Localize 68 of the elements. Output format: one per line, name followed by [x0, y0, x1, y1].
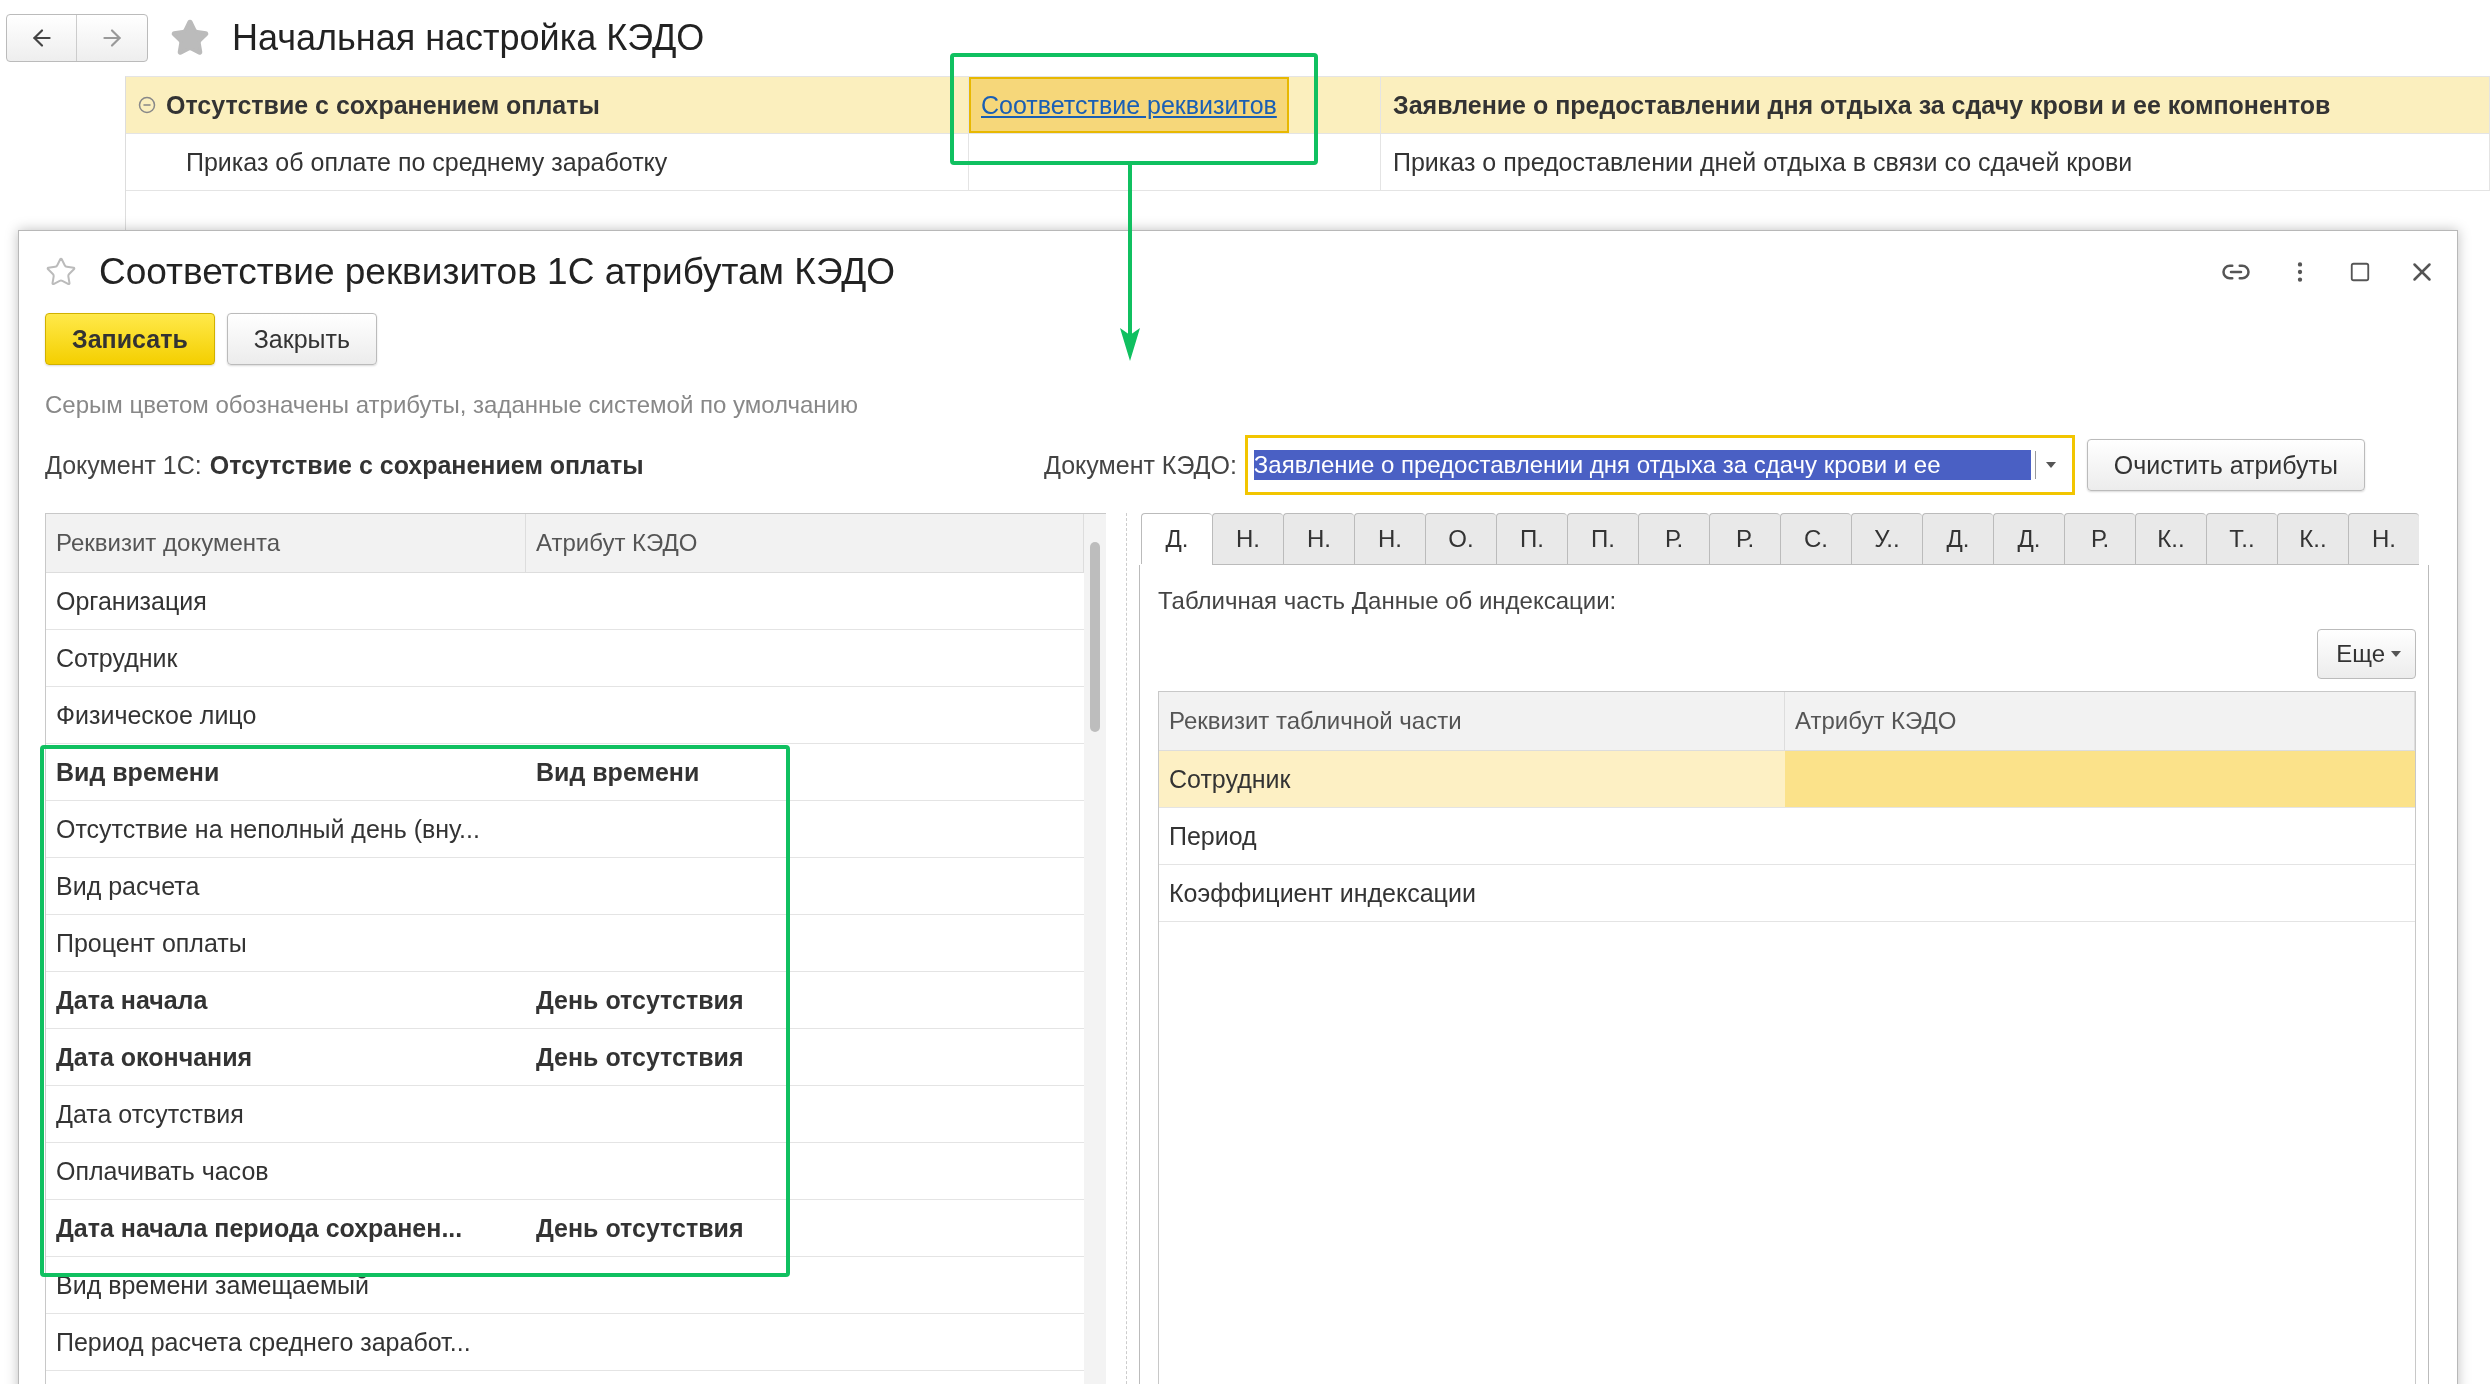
tab[interactable]: С. — [1780, 513, 1851, 565]
tab[interactable]: Д. — [1993, 513, 2064, 565]
table-cell-text: Физическое лицо — [55, 699, 258, 731]
table-cell-text: Дата отсутствия — [55, 1098, 245, 1130]
table-cell-text: Сотрудник — [1168, 763, 1292, 795]
tab[interactable]: Р. — [1638, 513, 1709, 565]
table-cell-text: День отсутствия — [535, 1041, 745, 1073]
tab[interactable]: Н. — [1212, 513, 1283, 565]
table-cell-text: Вид расчета — [55, 870, 201, 902]
star-icon[interactable] — [170, 18, 210, 58]
table-cell: Приказ о предоставлении дней отдыха в связи со сдачей крови — [1393, 147, 2133, 177]
table-cell-text: День отсутствия — [535, 984, 745, 1016]
close-button[interactable]: Закрыть — [226, 313, 378, 365]
field-value: Отсутствие с сохранением оплаты — [209, 450, 644, 480]
table-row[interactable]: Отсутствие с сохранением оплаты Соответствие реквизитов Заявление о предоставлении дня отдыха за сдачу крови и ее компонентов — [126, 77, 2490, 134]
column-header[interactable]: Атрибут КЭДО — [1785, 692, 2415, 750]
table-cell: Заявление о предоставлении дня отдыха за сдачу крови и ее компонентов — [1393, 90, 2331, 120]
hint-text: Серым цветом обозначены атрибуты, заданные системой по умолчанию — [45, 391, 860, 419]
clear-button[interactable]: Очистить атрибуты — [2086, 439, 2365, 491]
table-cell-text: Период — [1168, 820, 1258, 852]
maximize-icon[interactable] — [2349, 261, 2371, 283]
caret-icon — [2391, 651, 2401, 657]
table-cell-text: Вид времени — [55, 756, 221, 788]
tab[interactable]: Р. — [1709, 513, 1780, 565]
tab[interactable]: К.. — [2277, 513, 2348, 565]
table-cell-text: Процент оплаты — [55, 927, 248, 959]
table-row[interactable]: Приказ об оплате по среднему заработку Приказ о предоставлении дней отдыха в связи со сдачей крови — [126, 134, 2490, 191]
table-cell-text: Сотрудник — [55, 642, 179, 674]
table-cell-text: Оплачивать часов — [55, 1155, 270, 1187]
tab[interactable]: П. — [1496, 513, 1567, 565]
table-cell-text: Организация — [55, 585, 208, 617]
section-caption: Табличная часть Данные об индексации: — [1158, 587, 1618, 615]
tab[interactable]: О. — [1425, 513, 1496, 565]
tab[interactable]: Р. — [2064, 513, 2135, 565]
tab[interactable]: Н. — [2348, 513, 2419, 565]
tab[interactable]: Н. — [1283, 513, 1354, 565]
column-header[interactable]: Реквизит табличной части — [1159, 692, 1785, 750]
page-title: Начальная настройка КЭДО — [232, 17, 705, 59]
table-cell-text: Период расчета среднего заработ... — [55, 1326, 472, 1358]
tab[interactable]: К.. — [2135, 513, 2206, 565]
table-cell: Приказ об оплате по среднему заработку — [186, 147, 668, 177]
dialog-title: Соответствие реквизитов 1С атрибутам КЭДО — [99, 251, 897, 293]
table-cell-text: Отсутствие на неполный день (вну... — [55, 813, 481, 845]
tab[interactable]: Н. — [1354, 513, 1425, 565]
document-select[interactable]: Заявление о предоставлении дня отдыха за сдачу крови и ее — [1244, 435, 2075, 495]
field-label: Документ 1С: — [45, 450, 202, 480]
table-cell-text: Вид времени — [535, 756, 701, 788]
table-cell-text: Вид времени замещаемый — [55, 1269, 371, 1301]
more-button[interactable]: Еще — [2317, 629, 2416, 679]
collapse-icon[interactable] — [138, 96, 156, 114]
scrollbar[interactable] — [1084, 514, 1106, 1384]
star-icon[interactable] — [45, 256, 77, 288]
table-cell-text: Коэффициент индексации — [1168, 877, 1477, 909]
table-cell-text: День отсутствия — [535, 1212, 745, 1244]
table-cell-text: Дата начала периода сохранен... — [55, 1212, 464, 1244]
tab[interactable]: Д. — [1922, 513, 1993, 565]
tab[interactable]: Д. — [1141, 513, 1212, 564]
table-row[interactable]: Сотрудник — [1159, 751, 2415, 808]
save-button[interactable]: Записать — [45, 313, 215, 365]
field-label: Документ КЭДО: — [1044, 450, 1237, 480]
table-cell-text: Дата начала — [55, 984, 209, 1016]
caret-icon — [2045, 462, 2056, 468]
tab[interactable]: У.. — [1851, 513, 1922, 565]
tab[interactable]: Т.. — [2206, 513, 2277, 565]
table-cell-text: Дата окончания — [55, 1041, 254, 1073]
tab[interactable]: П. — [1567, 513, 1638, 565]
column-header[interactable]: Реквизит документа — [46, 514, 526, 572]
table-cell: Отсутствие с сохранением оплаты — [166, 90, 600, 120]
